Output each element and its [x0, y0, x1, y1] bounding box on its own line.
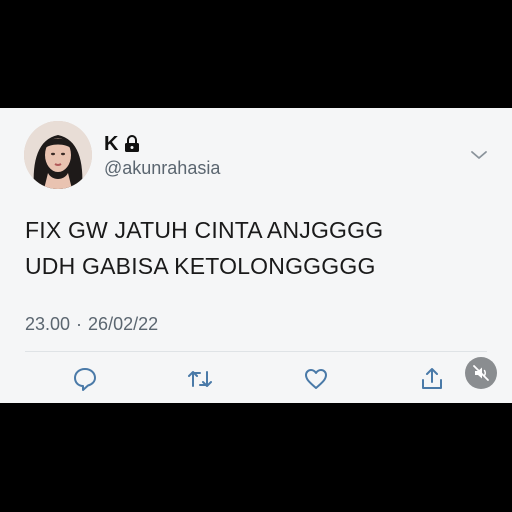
tweet-text: FIX GW JATUH CINTA ANJGGGG UDH GABISA KE… [25, 212, 495, 284]
tweet-date[interactable]: 26/02/22 [88, 314, 158, 335]
tweet-card: K @akunrahasia FIX GW JATUH CINTA ANJGGG… [0, 108, 512, 403]
tweet-time[interactable]: 23.00 [25, 314, 70, 335]
heart-icon[interactable] [303, 366, 329, 392]
lock-icon [124, 135, 140, 153]
retweet-icon[interactable] [187, 366, 213, 392]
divider [25, 351, 487, 352]
tweet-text-line: FIX GW JATUH CINTA ANJGGGG [25, 217, 384, 243]
mute-icon[interactable] [465, 357, 497, 389]
timestamp-separator: · [76, 314, 83, 334]
display-name[interactable]: K [104, 134, 118, 154]
tweet-text-line: UDH GABISA KETOLONGGGGG [25, 253, 376, 279]
user-handle[interactable]: @akunrahasia [104, 158, 220, 179]
author-name-row: K [104, 134, 140, 154]
tweet-timestamp: 23.00 · 26/02/22 [25, 314, 158, 335]
video-frame: K @akunrahasia FIX GW JATUH CINTA ANJGGG… [0, 0, 512, 512]
avatar[interactable] [24, 121, 92, 189]
share-icon[interactable] [419, 366, 445, 392]
reply-icon[interactable] [72, 366, 98, 392]
chevron-down-icon[interactable] [470, 148, 488, 160]
